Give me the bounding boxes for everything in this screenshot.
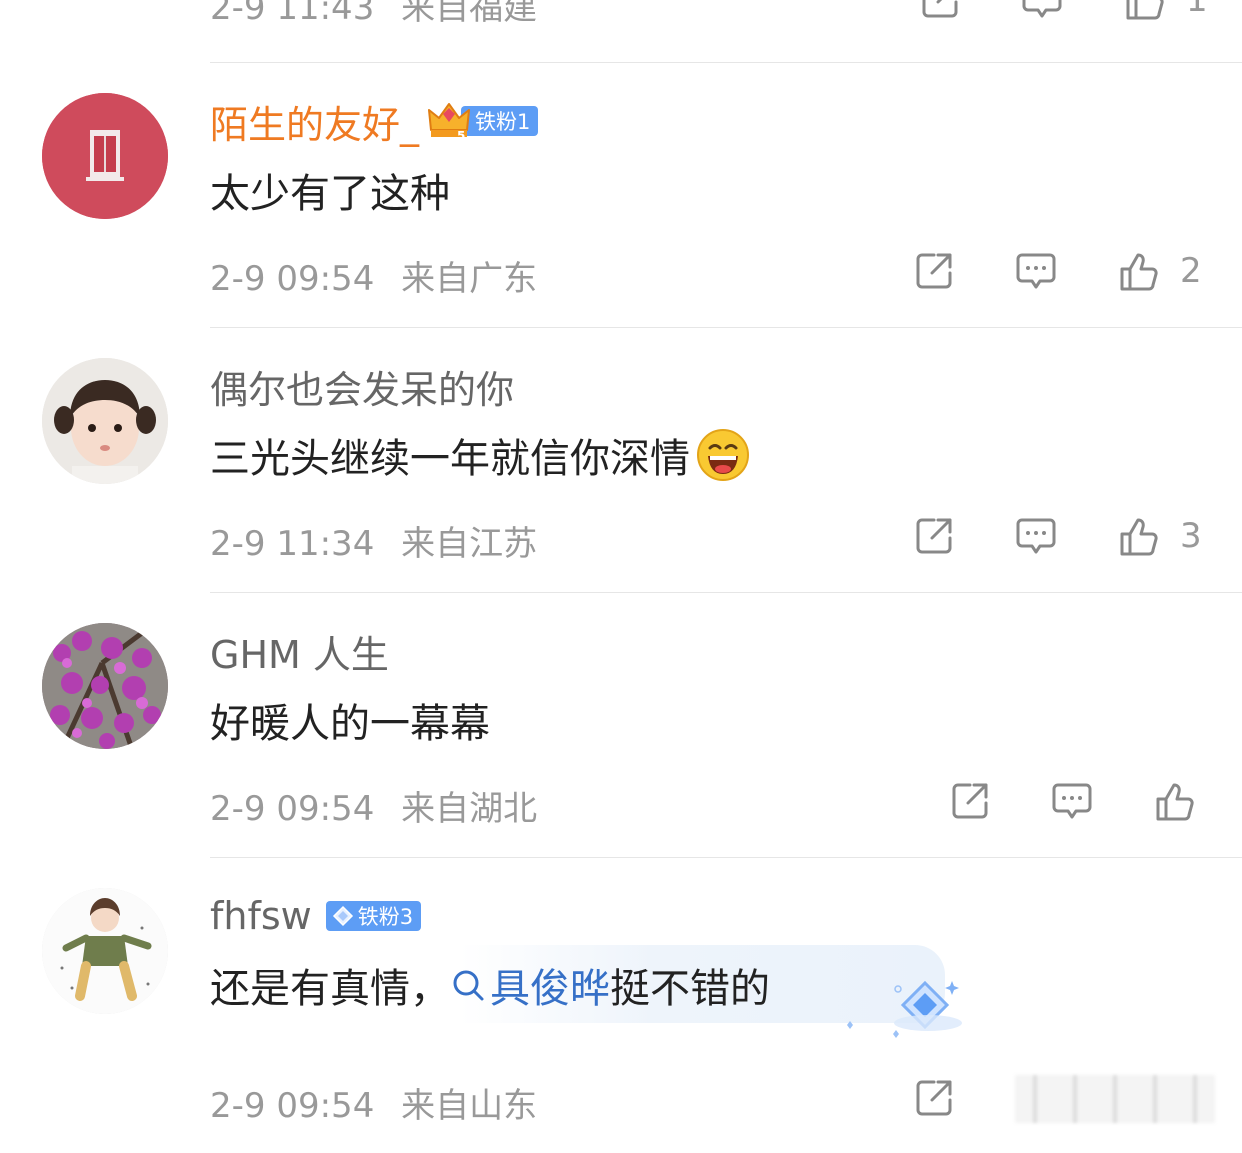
share-icon — [916, 253, 952, 289]
like-count: 3 — [1180, 516, 1202, 556]
fan-badge-label: 铁粉1 — [461, 106, 539, 136]
comment-icon — [1022, 0, 1062, 18]
comment-actions: 3 — [912, 508, 1202, 564]
comment-time: 2-9 11:43 — [210, 0, 375, 28]
username[interactable]: GHM 人生 — [210, 624, 389, 679]
comment-icon — [1016, 253, 1056, 289]
comment-text: 太少有了这种 — [210, 171, 450, 217]
thumbs-up-icon — [1120, 253, 1158, 291]
username[interactable]: 陌生的友好_ — [210, 94, 419, 149]
comment-text: 三光头继续一年就信你深情 — [210, 426, 750, 484]
divider — [210, 327, 1242, 328]
comment-time: 2-9 09:54 — [210, 259, 375, 299]
share-icon — [952, 783, 988, 819]
share-icon — [922, 0, 958, 18]
avatar[interactable] — [42, 888, 168, 1014]
comment-icon — [1052, 783, 1092, 819]
reply-button[interactable] — [1050, 779, 1094, 823]
comment-meta: 2-9 11:43 来自福建 — [210, 0, 537, 29]
share-button[interactable] — [912, 514, 956, 558]
comment-text-after: 挺不错的 — [610, 966, 770, 1012]
comment-actions — [948, 773, 1216, 829]
divider — [210, 592, 1242, 593]
crown-icon: 5 — [428, 103, 471, 142]
like-count: 2 — [1180, 251, 1202, 291]
comment-text: 还是有真情， 具俊晔 挺不错的 — [210, 956, 770, 1014]
avatar[interactable] — [42, 358, 168, 484]
reply-button[interactable] — [1014, 249, 1058, 293]
fan-badge[interactable]: 5 铁粉1 — [427, 100, 539, 142]
partial-comment-row: 2-9 11:43 来自福建 1 — [0, 0, 1242, 42]
avatar-illustration-image — [42, 888, 168, 1014]
search-icon — [453, 970, 484, 1001]
comment-meta: 2-9 09:54 来自广东 — [210, 251, 537, 300]
divider — [210, 857, 1242, 858]
share-icon — [916, 518, 952, 554]
comment-actions: 1 — [918, 0, 1208, 28]
thumbs-up-icon — [1126, 0, 1164, 20]
comment-time: 2-9 09:54 — [210, 1086, 375, 1126]
like-button[interactable]: 3 — [1116, 514, 1202, 558]
diamond-icon — [332, 905, 353, 927]
share-button[interactable] — [912, 249, 956, 293]
comment-item: GHM 人生 好暖人的一幕幕 2-9 09:54 来自湖北 — [0, 623, 1242, 888]
avatar-child-image — [42, 358, 168, 484]
comment-text: 好暖人的一幕幕 — [210, 701, 490, 747]
comment-time: 2-9 09:54 — [210, 789, 375, 829]
name-row: fhfsw 铁粉3 — [210, 890, 422, 942]
comment-location: 来自山东 — [401, 1086, 538, 1126]
comment-meta: 2-9 09:54 来自山东 — [210, 1078, 537, 1127]
comment-text-before: 还是有真情， — [210, 966, 450, 1012]
comment-item: 陌生的友好_ 5 铁粉1 太少有了这种 2-9 09:54 来自广东 2 — [0, 93, 1242, 358]
comment-actions — [912, 1070, 956, 1126]
obscured-actions — [1015, 1075, 1215, 1123]
comment-text-content: 三光头继续一年就信你深情 — [210, 436, 690, 482]
avatar-flowers-image — [42, 623, 168, 749]
fan-badge-label: 铁粉3 — [357, 905, 414, 929]
like-button[interactable]: 1 — [1122, 0, 1208, 22]
comment-meta: 2-9 09:54 来自湖北 — [210, 781, 537, 830]
comment-location: 来自福建 — [401, 0, 538, 28]
comment-item: 偶尔也会发呆的你 三光头继续一年就信你深情 2-9 11:34 来自江苏 3 — [0, 358, 1242, 623]
share-button[interactable] — [912, 1076, 956, 1120]
diamond-decoration-icon — [847, 980, 962, 1038]
like-button[interactable]: 2 — [1116, 249, 1202, 293]
comment-meta: 2-9 11:34 来自江苏 — [210, 516, 537, 565]
search-keyword-link[interactable]: 具俊晔 — [450, 956, 610, 1014]
reply-button[interactable] — [1014, 514, 1058, 558]
avatar[interactable] — [42, 623, 168, 749]
like-count: 1 — [1186, 0, 1208, 20]
divider — [210, 62, 1242, 63]
avatar[interactable] — [42, 93, 168, 219]
reply-button[interactable] — [1020, 0, 1064, 22]
comment-location: 来自湖北 — [401, 789, 538, 829]
thumbs-up-icon — [1120, 518, 1158, 556]
share-button[interactable] — [948, 779, 992, 823]
avatar-window-image — [42, 93, 168, 219]
comment-actions: 2 — [912, 243, 1202, 299]
share-button[interactable] — [918, 0, 962, 22]
comment-icon — [1016, 518, 1056, 554]
comment-location: 来自广东 — [401, 259, 538, 299]
name-row: GHM 人生 — [210, 625, 389, 677]
name-row: 偶尔也会发呆的你 — [210, 360, 514, 412]
share-icon — [916, 1080, 952, 1116]
name-row: 陌生的友好_ 5 铁粉1 — [210, 94, 539, 149]
search-keyword: 具俊晔 — [490, 966, 610, 1012]
comment-time: 2-9 11:34 — [210, 524, 375, 564]
username[interactable]: 偶尔也会发呆的你 — [210, 359, 514, 414]
svg-text:5: 5 — [457, 129, 465, 142]
username[interactable]: fhfsw — [210, 894, 312, 938]
laughing-emoji-icon — [697, 429, 749, 481]
thumbs-up-icon — [1156, 783, 1194, 821]
fan-badge[interactable]: 铁粉3 — [325, 901, 422, 931]
comment-location: 来自江苏 — [401, 524, 538, 564]
like-button[interactable] — [1152, 779, 1216, 823]
